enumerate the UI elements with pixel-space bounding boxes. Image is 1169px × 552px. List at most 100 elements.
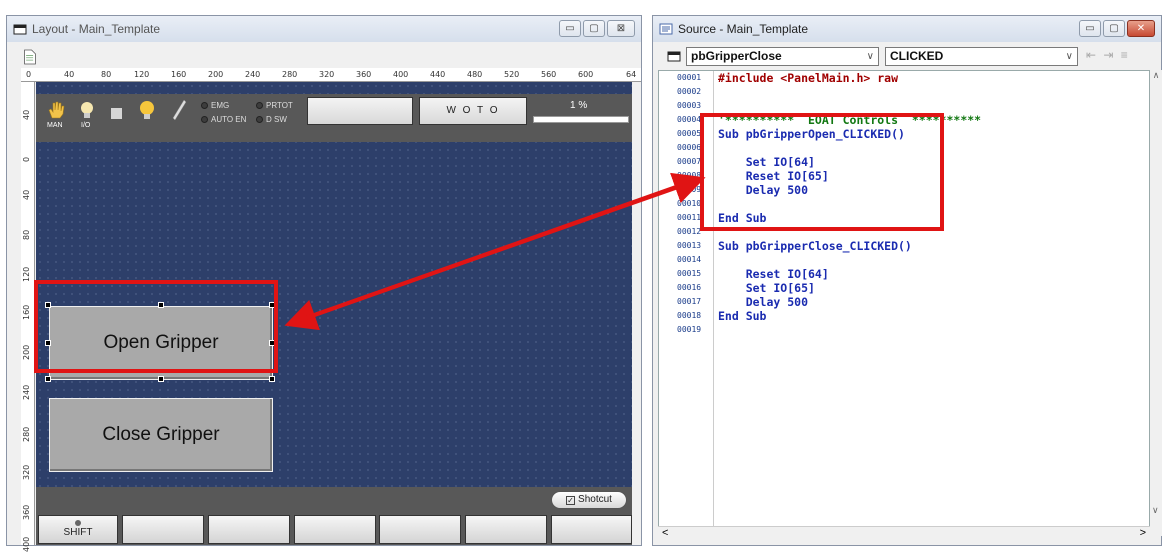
- dsw-indicator: [256, 116, 263, 123]
- ruler-tick: 560: [541, 70, 557, 79]
- object-select[interactable]: pbGripperClose ∨: [686, 47, 879, 66]
- function-key[interactable]: [122, 515, 204, 544]
- line-number: 00008: [677, 171, 702, 180]
- ruler-tick: 480: [467, 70, 483, 79]
- code-line: Sub pbGripperClose_CLICKED(): [718, 239, 912, 253]
- indent-icons[interactable]: ⇤ ⇥ ≡: [1086, 48, 1130, 62]
- source-window: Source - Main_Template ▭ ▢ ✕ pbGripperCl…: [652, 15, 1162, 546]
- ruler-tick: 320: [319, 70, 335, 79]
- man-label: MAN: [47, 122, 63, 129]
- shotcut-button[interactable]: ✓ Shotcut: [551, 491, 627, 509]
- highlight-box-open-gripper: [34, 280, 278, 373]
- wrench-icon[interactable]: [170, 98, 188, 124]
- selection-handle[interactable]: [45, 376, 51, 382]
- line-number: 00004: [677, 115, 702, 124]
- vertical-scrollbar[interactable]: ∧ ∨: [1150, 70, 1162, 536]
- ruler-top: 0 40 80 120 160 200 240 280 320 360 400 …: [21, 68, 641, 82]
- page-icon[interactable]: [23, 49, 37, 65]
- source-window-icon: [659, 23, 673, 35]
- io-label: I/O: [81, 122, 91, 129]
- ruler-left: 40 0 40 80 120 160 200 240 280 320 360 4…: [21, 82, 35, 552]
- restore-button[interactable]: ▢: [1103, 20, 1125, 37]
- highlight-box-code: [700, 113, 944, 231]
- scroll-up-icon[interactable]: ∧: [1153, 70, 1160, 80]
- code-line: Delay 500: [718, 295, 809, 309]
- line-number: 00019: [677, 325, 702, 334]
- code-line: End Sub: [718, 309, 767, 323]
- shift-key[interactable]: SHIFT: [38, 515, 118, 544]
- line-number: 00009: [677, 185, 702, 194]
- chevron-down-icon: ∨: [866, 51, 874, 62]
- object-select-value: pbGripperClose: [691, 49, 782, 63]
- emg-indicator: [201, 102, 208, 109]
- close-gripper-button[interactable]: Close Gripper: [49, 398, 273, 472]
- ruler-tick: 240: [245, 70, 261, 79]
- scroll-down-icon[interactable]: ∨: [1152, 505, 1159, 516]
- close-button[interactable]: ✕: [1127, 20, 1155, 37]
- line-number: 00012: [677, 227, 702, 236]
- code-line: Set IO[65]: [718, 281, 815, 295]
- stop-square-icon[interactable]: [111, 108, 122, 119]
- ruler-tick: 360: [356, 70, 372, 79]
- line-number: 00005: [677, 129, 702, 138]
- ruler-tick: 40: [64, 70, 75, 79]
- ruler-tick: 0: [22, 156, 31, 162]
- ruler-tick: 80: [101, 70, 112, 79]
- ruler-tick: 400: [393, 70, 409, 79]
- ruler-tick: 440: [430, 70, 446, 79]
- minimize-button[interactable]: ▭: [1079, 20, 1101, 37]
- close-button[interactable]: ⊠: [607, 20, 635, 37]
- horizontal-scrollbar[interactable]: < >: [658, 526, 1150, 542]
- shotcut-label: Shotcut: [578, 494, 612, 505]
- line-number: 00015: [677, 269, 702, 278]
- line-number: 00006: [677, 143, 702, 152]
- shift-indicator: [75, 520, 81, 526]
- line-number: 00001: [677, 73, 702, 82]
- panel-bottom-bar: ✓ Shotcut SHIFT: [36, 487, 632, 545]
- function-key[interactable]: [294, 515, 376, 544]
- dsw-label: D SW: [266, 115, 287, 124]
- scroll-left-icon[interactable]: <: [662, 527, 668, 539]
- code-line: #include <PanelMain.h> raw: [718, 71, 899, 85]
- layout-titlebar: Layout - Main_Template: [7, 16, 641, 42]
- ruler-tick: 200: [208, 70, 224, 79]
- prtot-label: PRTOT: [266, 101, 293, 110]
- function-key[interactable]: [465, 515, 547, 544]
- selection-handle[interactable]: [269, 376, 275, 382]
- event-select-value: CLICKED: [890, 49, 944, 63]
- chevron-down-icon: ∨: [1065, 51, 1073, 62]
- event-select[interactable]: CLICKED ∨: [885, 47, 1078, 66]
- ruler-tick: 40: [22, 189, 31, 200]
- restore-button[interactable]: ▢: [583, 20, 605, 37]
- ruler-tick: 160: [171, 70, 187, 79]
- source-window-title: Source - Main_Template: [678, 22, 809, 36]
- header-blank-button[interactable]: [307, 97, 413, 125]
- ruler-tick: 80: [22, 229, 31, 240]
- function-key[interactable]: [551, 515, 632, 544]
- ruler-tick: 240: [22, 384, 31, 400]
- lamp-icon[interactable]: [139, 100, 155, 122]
- ruler-tick: 200: [22, 344, 31, 360]
- line-number: 00016: [677, 283, 702, 292]
- ruler-tick: 160: [22, 304, 31, 320]
- woto-button[interactable]: W O T O: [419, 97, 527, 125]
- function-key[interactable]: [208, 515, 290, 544]
- selection-handle[interactable]: [158, 376, 164, 382]
- minimize-button[interactable]: ▭: [559, 20, 581, 37]
- bulb-icon[interactable]: [80, 101, 94, 121]
- ruler-tick: 280: [282, 70, 298, 79]
- line-number: 00007: [677, 157, 702, 166]
- line-number: 00014: [677, 255, 702, 264]
- function-key[interactable]: [379, 515, 461, 544]
- scroll-right-icon[interactable]: >: [1140, 527, 1146, 539]
- line-number: 00018: [677, 311, 702, 320]
- line-number: 00011: [677, 213, 702, 222]
- line-number: 00003: [677, 101, 702, 110]
- shotcut-check-icon: ✓: [566, 496, 576, 505]
- ruler-tick: 40: [22, 109, 31, 120]
- ruler-tick: 280: [22, 426, 31, 442]
- hand-icon[interactable]: [46, 100, 66, 120]
- ruler-tick: 64: [626, 70, 637, 79]
- ruler-tick: 400: [22, 536, 31, 552]
- ruler-tick: 320: [22, 464, 31, 480]
